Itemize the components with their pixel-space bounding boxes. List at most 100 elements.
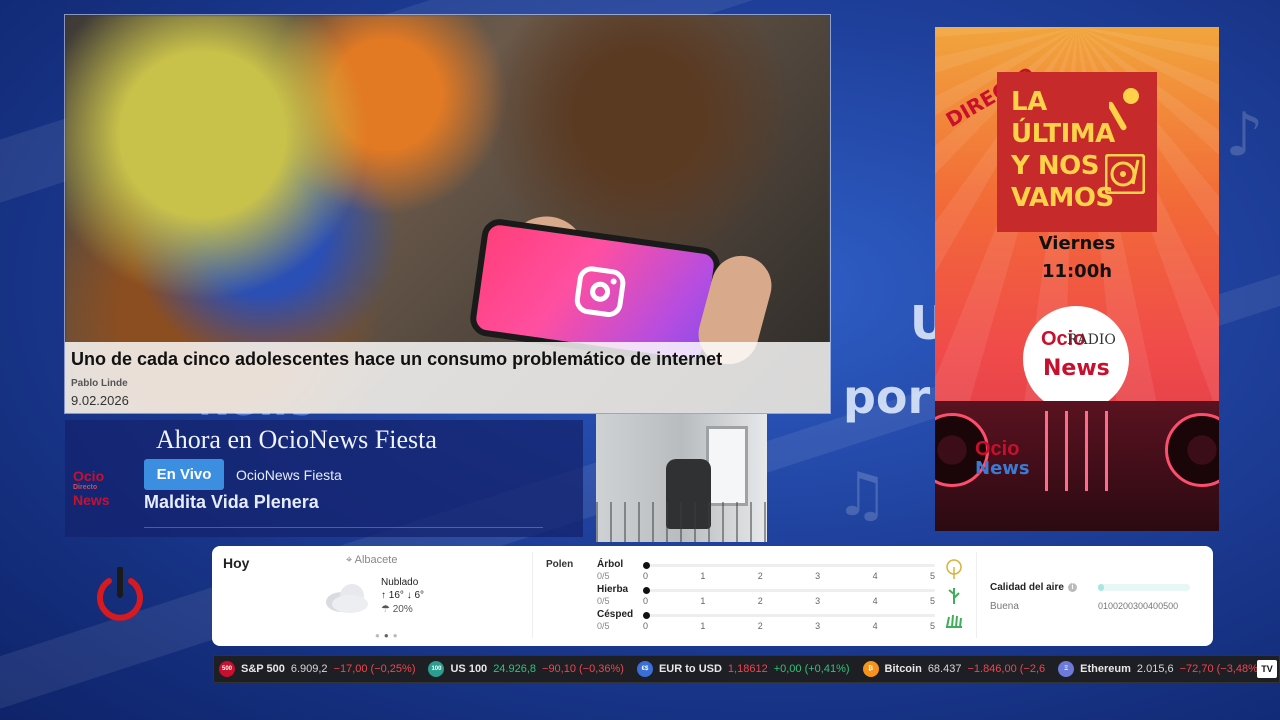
weather-temps: ↑ 16° ↓ 6° bbox=[381, 590, 424, 601]
info-icon[interactable]: i bbox=[1067, 582, 1077, 592]
polen-track bbox=[645, 564, 935, 567]
article-headline[interactable]: Uno de cada cinco adolescentes hace un c… bbox=[71, 349, 824, 370]
ticker-name: Bitcoin bbox=[884, 663, 922, 675]
scale-tick: 1 bbox=[700, 621, 706, 631]
article-caption: Uno de cada cinco adolescentes hace un c… bbox=[65, 342, 830, 413]
ticker-price: 6.909,2 bbox=[290, 663, 328, 675]
current-song: Maldita Vida Plenera bbox=[144, 492, 319, 512]
polen-row-cesped: Césped 0/5 0 1 2 3 4 5 bbox=[597, 609, 962, 633]
rain-chance: ☂ 20% bbox=[381, 604, 413, 615]
radio-show-promo[interactable]: DIRECTO LA ÚLTIMA Y NOS VAMOS Viernes 11… bbox=[935, 27, 1219, 531]
air-quality-fill bbox=[1098, 584, 1105, 591]
now-playing-heading: Ahora en OcioNews Fiesta bbox=[156, 425, 437, 454]
weather-location[interactable]: ⌖ Albacete bbox=[346, 554, 397, 567]
ticker-item[interactable]: Ξ Ethereum 2.015,6 −72,70 (−3,48%) bbox=[1053, 661, 1269, 677]
market-ticker[interactable]: 500 S&P 500 6.909,2 −17,00 (−0,25%) 100 US 10… bbox=[213, 655, 1280, 683]
scale-tick: 4 bbox=[872, 596, 878, 606]
scale-tick: 2 bbox=[757, 596, 763, 606]
ticker-change: −90,10 (−0,36%) bbox=[542, 663, 624, 675]
ocio-radio-news-logo: Ocio RADIO News bbox=[1023, 306, 1129, 412]
lawn-icon bbox=[946, 614, 962, 628]
ticker-name: S&P 500 bbox=[241, 663, 285, 675]
scale-tick: 2 bbox=[757, 571, 763, 581]
polen-value: 0/5 bbox=[597, 621, 610, 631]
weather-today-label: Hoy bbox=[223, 555, 250, 571]
temp-low: ↓ 6° bbox=[406, 590, 425, 601]
scale-tick: 1 bbox=[700, 596, 706, 606]
polen-level-dot bbox=[643, 562, 650, 569]
weather-carousel-dots[interactable]: ●●● bbox=[375, 631, 402, 640]
cloud-icon bbox=[326, 584, 368, 613]
scale-tick: 0 bbox=[643, 621, 649, 631]
ticker-symbol-icon: 100 bbox=[428, 661, 445, 677]
air-quality-title: Calidad del aire bbox=[990, 582, 1064, 593]
air-quality-bar bbox=[1098, 584, 1190, 591]
instagram-icon bbox=[572, 264, 628, 319]
logo-ocio: Ocio bbox=[73, 468, 105, 484]
promo-mini-logo-news: News bbox=[975, 458, 1030, 479]
power-icon bbox=[97, 566, 143, 621]
scale-tick: 3 bbox=[815, 571, 821, 581]
scale-tick: 3 bbox=[815, 621, 821, 631]
ticker-item[interactable]: 100 US 100 24.926,8 −90,10 (−0,36%) bbox=[423, 661, 631, 677]
umbrella-icon: ☂ bbox=[381, 604, 390, 615]
ticker-item[interactable]: 500 S&P 500 6.909,2 −17,00 (−0,25%) bbox=[214, 661, 423, 677]
promo-time: 11:00h bbox=[1041, 261, 1113, 282]
divider bbox=[532, 552, 533, 638]
scale-tick: 5 bbox=[929, 571, 935, 581]
ticker-symbol-icon: €$ bbox=[636, 661, 653, 677]
article-date: 9.02.2026 bbox=[71, 393, 129, 408]
music-note-icon: ♪ bbox=[1225, 100, 1264, 170]
polen-name: Árbol bbox=[597, 559, 624, 570]
now-playing-panel: Ahora en OcioNews Fiesta Ocio Directo Ne… bbox=[65, 420, 583, 537]
scale-tick: 3 bbox=[815, 596, 821, 606]
polen-value: 0/5 bbox=[597, 571, 610, 581]
article-author: Pablo Linde bbox=[71, 378, 128, 389]
scale-tick: 4 bbox=[872, 571, 878, 581]
scale-tick: 1 bbox=[700, 571, 706, 581]
power-button[interactable] bbox=[95, 566, 145, 623]
polen-track bbox=[645, 614, 935, 617]
ticker-item[interactable]: €$ EUR to USD 1,18612 +0,00 (+0,41%) bbox=[632, 661, 858, 677]
mixer-fader bbox=[1105, 411, 1108, 491]
ocionews-directo-logo: Ocio Directo News bbox=[73, 468, 123, 510]
location-pin-icon: ⌖ bbox=[346, 554, 353, 566]
ticker-name: Ethereum bbox=[1080, 663, 1131, 675]
scale-tick: 5 bbox=[929, 596, 935, 606]
temp-high: ↑ 16° bbox=[381, 590, 404, 601]
polen-level-dot bbox=[643, 612, 650, 619]
ticker-name: US 100 bbox=[450, 663, 488, 675]
ticker-change: +0,00 (+0,41%) bbox=[773, 663, 850, 675]
grass-icon bbox=[948, 588, 960, 604]
polen-scale: 0 1 2 3 4 5 bbox=[643, 571, 935, 581]
ticker-price: 1,18612 bbox=[727, 663, 768, 675]
live-button[interactable]: En Vivo bbox=[144, 459, 224, 490]
featured-article[interactable]: Uno de cada cinco adolescentes hace un c… bbox=[64, 14, 831, 414]
studio-webcam[interactable] bbox=[596, 414, 767, 542]
tradingview-logo[interactable]: TV bbox=[1257, 660, 1277, 678]
polen-track bbox=[645, 589, 935, 592]
polen-level-dot bbox=[643, 587, 650, 594]
tree-icon bbox=[946, 559, 962, 579]
polen-row-arbol: Árbol 0/5 0 1 2 3 4 5 bbox=[597, 559, 962, 583]
mixer-fader bbox=[1085, 411, 1088, 491]
ticker-price: 2.015,6 bbox=[1136, 663, 1174, 675]
scale-tick: 2 bbox=[757, 621, 763, 631]
ticker-item[interactable]: ₿ Bitcoin 68.437 −1.846,00 (−2,6 bbox=[858, 661, 1054, 677]
polen-scale: 0 1 2 3 4 5 bbox=[643, 596, 935, 606]
divider bbox=[976, 552, 977, 638]
location-name: Albacete bbox=[354, 554, 398, 566]
polen-value: 0/5 bbox=[597, 596, 610, 606]
background-word-por: por bbox=[843, 370, 931, 424]
ticker-price: 24.926,8 bbox=[493, 663, 537, 675]
polen-row-hierba: Hierba 0/5 0 1 2 3 4 5 bbox=[597, 584, 960, 608]
air-quality-status: Buena bbox=[990, 601, 1019, 612]
ticker-change: −17,00 (−0,25%) bbox=[333, 663, 416, 675]
divider bbox=[144, 527, 543, 528]
mixer-fader bbox=[1045, 411, 1048, 491]
mixer-deck bbox=[1165, 413, 1219, 487]
ticker-price: 68.437 bbox=[927, 663, 962, 675]
rain-value: 20% bbox=[392, 604, 413, 615]
mixer-fader bbox=[1065, 411, 1068, 491]
scale-tick: 0 bbox=[643, 571, 649, 581]
